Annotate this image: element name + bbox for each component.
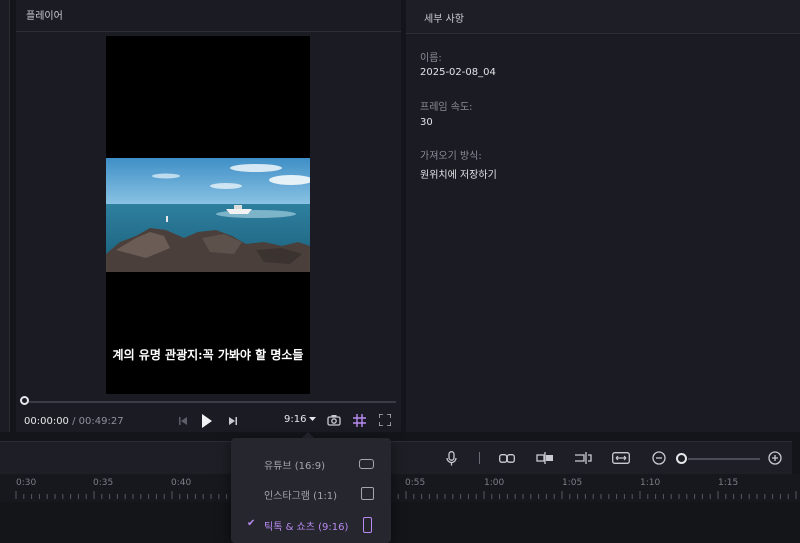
import-method-label: 가져오기 방식: bbox=[420, 151, 482, 162]
microphone-icon[interactable] bbox=[443, 450, 459, 466]
timeline-track-area[interactable] bbox=[0, 502, 800, 543]
zoom-out-icon[interactable] bbox=[651, 450, 667, 466]
zoom-slider-handle[interactable] bbox=[676, 453, 687, 464]
skip-forward-icon[interactable] bbox=[226, 413, 240, 429]
grid-icon[interactable] bbox=[351, 412, 367, 428]
camera-icon[interactable] bbox=[326, 412, 342, 428]
caret-down-icon bbox=[309, 417, 317, 421]
tick-label: 1:10 bbox=[640, 478, 661, 488]
frame-rate-label: 프레임 속도: bbox=[420, 102, 473, 113]
check-icon: ✔ bbox=[247, 518, 256, 529]
tick-label: 0:35 bbox=[93, 478, 114, 488]
zoom-in-icon[interactable] bbox=[767, 450, 783, 466]
aspect-ratio-value: 9:16 bbox=[284, 414, 307, 425]
menu-item-label: 인스타그램 (1:1) bbox=[264, 491, 338, 502]
player-title: 플레이어 bbox=[16, 0, 401, 32]
total-duration: 00:49:27 bbox=[78, 416, 124, 427]
details-panel: 세부 사항 이름: 2025-02-08_04 프레임 속도: 30 가져오기 … bbox=[406, 0, 800, 432]
video-frame-image bbox=[106, 158, 310, 272]
trim-icon[interactable] bbox=[573, 450, 593, 466]
ruler-ticks bbox=[15, 491, 797, 499]
aspect-ratio-menu: 유튜브 (16:9) 인스타그램 (1:1) ✔ 틱톡 & 쇼츠 (9:16) bbox=[231, 438, 391, 543]
timecode: 00:00:00 / 00:49:27 bbox=[24, 416, 124, 427]
tick-label: 1:15 bbox=[718, 478, 739, 488]
split-icon[interactable] bbox=[535, 450, 555, 466]
tick-label: 0:40 bbox=[171, 478, 192, 488]
skip-back-icon[interactable] bbox=[176, 413, 190, 429]
menu-item-youtube[interactable]: 유튜브 (16:9) bbox=[231, 451, 391, 477]
timeline-toolbar bbox=[0, 441, 792, 474]
progress-handle[interactable] bbox=[20, 396, 29, 405]
square-ratio-icon bbox=[361, 487, 374, 500]
tick-label: 1:05 bbox=[562, 478, 583, 488]
progress-bar[interactable] bbox=[24, 401, 396, 403]
frame-rate-value: 30 bbox=[420, 117, 433, 128]
left-panel-edge bbox=[0, 0, 10, 432]
aspect-ratio-button[interactable]: 9:16 bbox=[284, 414, 317, 425]
tick-label: 1:00 bbox=[484, 478, 505, 488]
player-panel: 플레이어 계의 유명 관광지:꼭 가봐야 할 명소들 00:00:00 / 00… bbox=[16, 0, 401, 432]
portrait-ratio-icon bbox=[363, 517, 372, 533]
name-value: 2025-02-08_04 bbox=[420, 67, 496, 78]
link-icon[interactable] bbox=[497, 450, 517, 466]
menu-item-label: 유튜브 (16:9) bbox=[264, 461, 326, 472]
import-method-value: 원위치에 저장하기 bbox=[420, 170, 497, 181]
subtitle-text: 계의 유명 관광지:꼭 가봐야 할 명소들 bbox=[112, 348, 304, 362]
zoom-slider-track[interactable] bbox=[688, 458, 760, 460]
tick-label: 0:55 bbox=[405, 478, 426, 488]
menu-item-label: 틱톡 & 쇼츠 (9:16) bbox=[264, 522, 349, 533]
current-time: 00:00:00 bbox=[24, 416, 69, 427]
time-separator: / bbox=[68, 416, 79, 427]
video-preview[interactable]: 계의 유명 관광지:꼭 가봐야 할 명소들 bbox=[106, 36, 310, 394]
play-icon[interactable] bbox=[199, 412, 215, 430]
toolbar-divider bbox=[478, 450, 480, 466]
fit-width-icon[interactable] bbox=[611, 450, 631, 466]
details-title: 세부 사항 bbox=[406, 0, 800, 34]
menu-item-tiktok-shorts[interactable]: ✔ 틱톡 & 쇼츠 (9:16) bbox=[231, 512, 391, 538]
menu-item-instagram[interactable]: 인스타그램 (1:1) bbox=[231, 481, 391, 507]
name-label: 이름: bbox=[420, 53, 442, 64]
fullscreen-icon[interactable] bbox=[377, 412, 393, 428]
tick-label: 0:30 bbox=[16, 478, 37, 488]
landscape-ratio-icon bbox=[359, 459, 374, 469]
timeline-ruler[interactable]: 0:30 0:35 0:40 0:55 1:00 1:05 1:10 1:15 bbox=[0, 474, 800, 502]
